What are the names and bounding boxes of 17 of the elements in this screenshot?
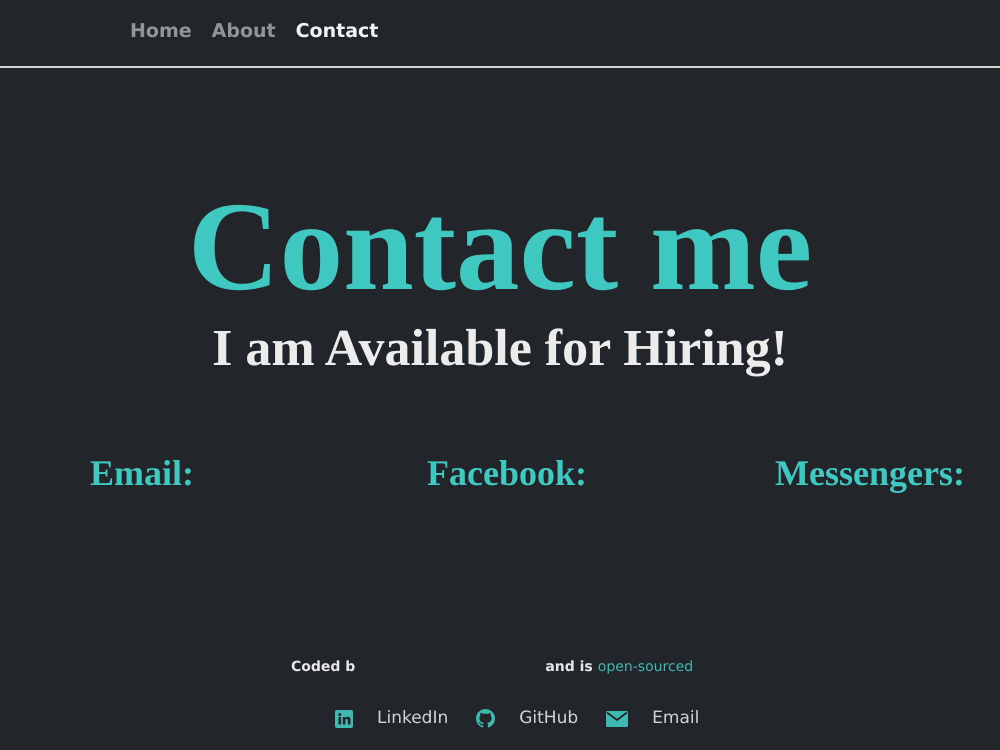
credit-text: Coded b	[291, 658, 356, 677]
open-sourced-link[interactable]: open-sourced	[598, 657, 694, 678]
contact-heading: Messengers:	[775, 453, 965, 493]
credit-text: and is	[545, 658, 593, 677]
envelope-icon[interactable]	[606, 710, 628, 727]
github-icon[interactable]	[476, 709, 496, 728]
nav-link[interactable]: About	[212, 16, 276, 46]
contact-heading: Email:	[90, 453, 194, 493]
page-title: Contact me	[188, 184, 812, 311]
social-link[interactable]: Email	[652, 706, 700, 732]
page-subtitle: I am Available for Hiring!	[212, 323, 788, 375]
social-link[interactable]: LinkedIn	[377, 706, 448, 732]
linkedin-icon[interactable]	[335, 710, 353, 728]
nav-link[interactable]: Home	[130, 16, 192, 46]
contact-heading: Facebook:	[427, 453, 587, 493]
social-link[interactable]: GitHub	[519, 706, 578, 732]
nav-link[interactable]: Contact	[296, 16, 378, 46]
